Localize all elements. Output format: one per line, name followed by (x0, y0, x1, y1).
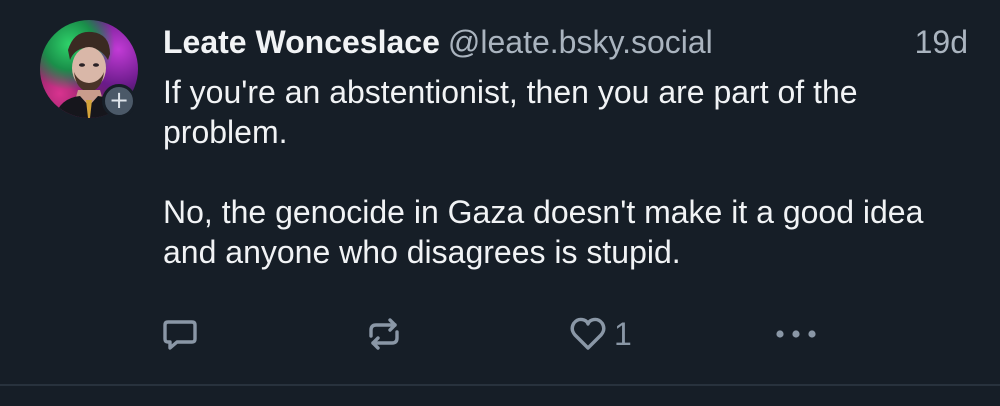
follow-button[interactable]: + (102, 84, 136, 118)
post-card[interactable]: + Leate Wonceslace @leate.bsky.social 19d… (0, 0, 1000, 384)
avatar-container[interactable]: + (40, 20, 138, 118)
like-count: 1 (614, 316, 632, 352)
reply-icon (163, 320, 197, 350)
post-header: Leate Wonceslace @leate.bsky.social 19d (163, 22, 968, 62)
post-actions: 1 (0, 312, 1000, 356)
like-button[interactable]: 1 (568, 312, 632, 356)
heart-icon (570, 317, 606, 350)
reply-button[interactable] (160, 312, 200, 356)
divider (0, 384, 1000, 386)
repost-button[interactable] (364, 312, 404, 356)
author-handle[interactable]: @leate.bsky.social (448, 24, 713, 60)
repost-icon (369, 318, 399, 350)
author-display-name[interactable]: Leate Wonceslace (163, 24, 440, 60)
more-options-button[interactable] (772, 312, 820, 356)
more-options-icon (776, 330, 816, 338)
post-timestamp[interactable]: 19d (915, 22, 968, 62)
post-text: If you're an abstentionist, then you are… (163, 74, 924, 270)
